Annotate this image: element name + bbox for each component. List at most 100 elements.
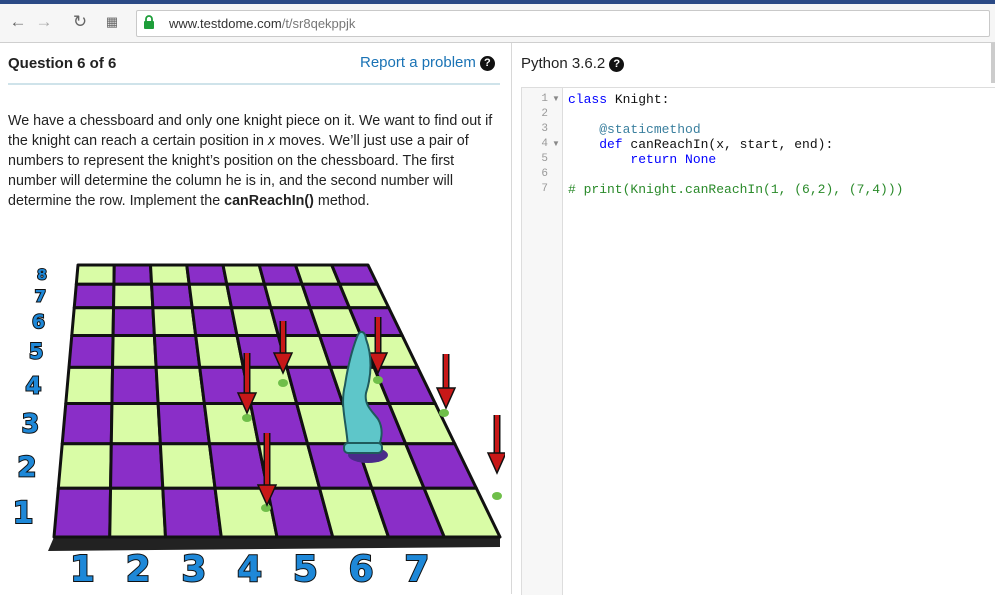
code-line-3: @staticmethod bbox=[568, 122, 701, 137]
code-line-5: return None bbox=[568, 152, 716, 167]
board-square bbox=[158, 442, 217, 490]
url-path: /t/sr8qekppjk bbox=[281, 16, 356, 31]
row-label: 7 bbox=[35, 287, 46, 306]
target-dot bbox=[242, 414, 252, 422]
desc-x: x bbox=[267, 133, 276, 149]
row-label: 8 bbox=[37, 268, 47, 284]
target-dot bbox=[492, 492, 502, 500]
code-panel: Python 3.6.2? 1 ▼ 2 3 4 ▼ 5 6 7 class Kn… bbox=[511, 43, 995, 595]
code-text: None bbox=[677, 152, 717, 167]
line-number: 5 bbox=[541, 153, 548, 165]
page-scrollbar[interactable] bbox=[991, 43, 995, 83]
lock-icon bbox=[144, 15, 154, 29]
row-label: 4 bbox=[25, 373, 41, 400]
address-bar[interactable]: www.testdome.com/t/sr8qekppjk bbox=[136, 10, 990, 37]
target-dot bbox=[373, 376, 383, 384]
board-square bbox=[109, 401, 162, 446]
board-square bbox=[185, 263, 229, 286]
url-domain: www.testdome.com bbox=[169, 16, 282, 31]
column-label: 2 bbox=[126, 549, 151, 590]
chessboard-illustration: 123456781 2 3 4 5 6 7 bbox=[12, 263, 505, 591]
line-number: 2 bbox=[541, 108, 548, 120]
board-square bbox=[190, 306, 239, 337]
forward-arrow-icon[interactable]: → bbox=[34, 12, 54, 32]
row-label: 3 bbox=[22, 410, 40, 440]
board-square bbox=[112, 282, 155, 310]
url-text: www.testdome.com/t/sr8qekppjk bbox=[169, 16, 355, 31]
board-square bbox=[110, 365, 160, 405]
board-edge bbox=[48, 537, 500, 551]
move-arrow-head bbox=[486, 452, 505, 475]
line-number: 1 bbox=[541, 93, 548, 105]
board-square bbox=[156, 401, 211, 446]
column-label: 3 bbox=[181, 549, 206, 590]
line-gutter: 1 ▼ 2 3 4 ▼ 5 6 7 bbox=[522, 88, 563, 595]
column-label: 4 bbox=[237, 549, 262, 590]
keyword: class bbox=[568, 92, 608, 107]
column-label: 7 bbox=[404, 549, 429, 590]
code-editor[interactable]: 1 ▼ 2 3 4 ▼ 5 6 7 class Knight: @staticm… bbox=[521, 87, 995, 595]
row-label: 2 bbox=[17, 450, 36, 483]
fold-arrow-icon[interactable]: ▼ bbox=[552, 94, 560, 103]
code-text: Knight: bbox=[607, 92, 670, 107]
board-square bbox=[194, 333, 245, 369]
board-square bbox=[154, 365, 206, 405]
line-number: 7 bbox=[541, 183, 548, 195]
code-line-1: class Knight: bbox=[568, 92, 669, 107]
language-label: Python 3.6.2? bbox=[521, 55, 625, 72]
fold-arrow-icon[interactable]: ▼ bbox=[552, 139, 560, 148]
divider bbox=[8, 83, 500, 85]
board-square bbox=[149, 263, 191, 286]
knight-base bbox=[343, 442, 383, 454]
board-square bbox=[72, 282, 116, 310]
code-line-7: # print(Knight.canReachIn(1, (6,2), (7,4… bbox=[568, 182, 904, 197]
line-number: 4 bbox=[541, 138, 548, 150]
target-dot bbox=[278, 379, 288, 387]
target-dot bbox=[439, 409, 449, 417]
back-arrow-icon[interactable]: ← bbox=[8, 12, 28, 32]
language-help-icon[interactable]: ? bbox=[609, 57, 625, 72]
line-number: 6 bbox=[541, 168, 548, 180]
keyword: def bbox=[568, 137, 623, 152]
question-title: Question 6 of 6 bbox=[8, 55, 117, 72]
board-square bbox=[56, 442, 113, 490]
board-square bbox=[152, 333, 202, 369]
row-label: 1 bbox=[13, 496, 34, 531]
board-square bbox=[67, 333, 115, 369]
board-square bbox=[52, 486, 113, 539]
board-square bbox=[151, 306, 198, 337]
code-text: canReachIn(x, start, end): bbox=[622, 137, 834, 152]
reload-icon[interactable]: ↻ bbox=[70, 12, 90, 32]
move-arrow-head bbox=[435, 387, 457, 410]
column-label: 5 bbox=[293, 549, 318, 590]
board-square bbox=[150, 282, 194, 310]
board-square bbox=[338, 282, 391, 310]
board-square bbox=[330, 263, 379, 286]
board-square bbox=[111, 333, 158, 369]
board-square bbox=[112, 263, 154, 286]
board-square bbox=[60, 401, 114, 446]
board-square bbox=[70, 306, 116, 337]
line-number: 3 bbox=[541, 123, 548, 135]
board-square bbox=[108, 486, 167, 539]
row-label: 6 bbox=[32, 312, 45, 333]
board-square bbox=[111, 306, 156, 337]
code-line-4: def canReachIn(x, start, end): bbox=[568, 137, 833, 152]
column-label: 6 bbox=[349, 549, 374, 590]
board-square bbox=[187, 282, 233, 310]
desc-text-3: method. bbox=[313, 193, 370, 209]
board-square bbox=[74, 263, 116, 286]
question-description: We have a chessboard and only one knight… bbox=[8, 111, 506, 211]
report-problem-link[interactable]: Report a problem? bbox=[360, 54, 495, 71]
browser-toolbar: ← → ↻ ▦ www.testdome.com/t/sr8qekppjk bbox=[0, 4, 995, 43]
target-dot bbox=[261, 504, 271, 512]
board-square bbox=[109, 442, 165, 490]
report-problem-label: Report a problem bbox=[360, 54, 476, 71]
apps-grid-icon[interactable]: ▦ bbox=[102, 12, 122, 32]
keyword: return bbox=[568, 152, 678, 167]
question-panel: Question 6 of 6 Report a problem? We hav… bbox=[0, 43, 510, 594]
desc-method-name: canReachIn() bbox=[224, 193, 314, 209]
column-label: 1 bbox=[70, 549, 95, 590]
board-square bbox=[221, 263, 266, 286]
language-text: Python 3.6.2 bbox=[521, 55, 606, 72]
